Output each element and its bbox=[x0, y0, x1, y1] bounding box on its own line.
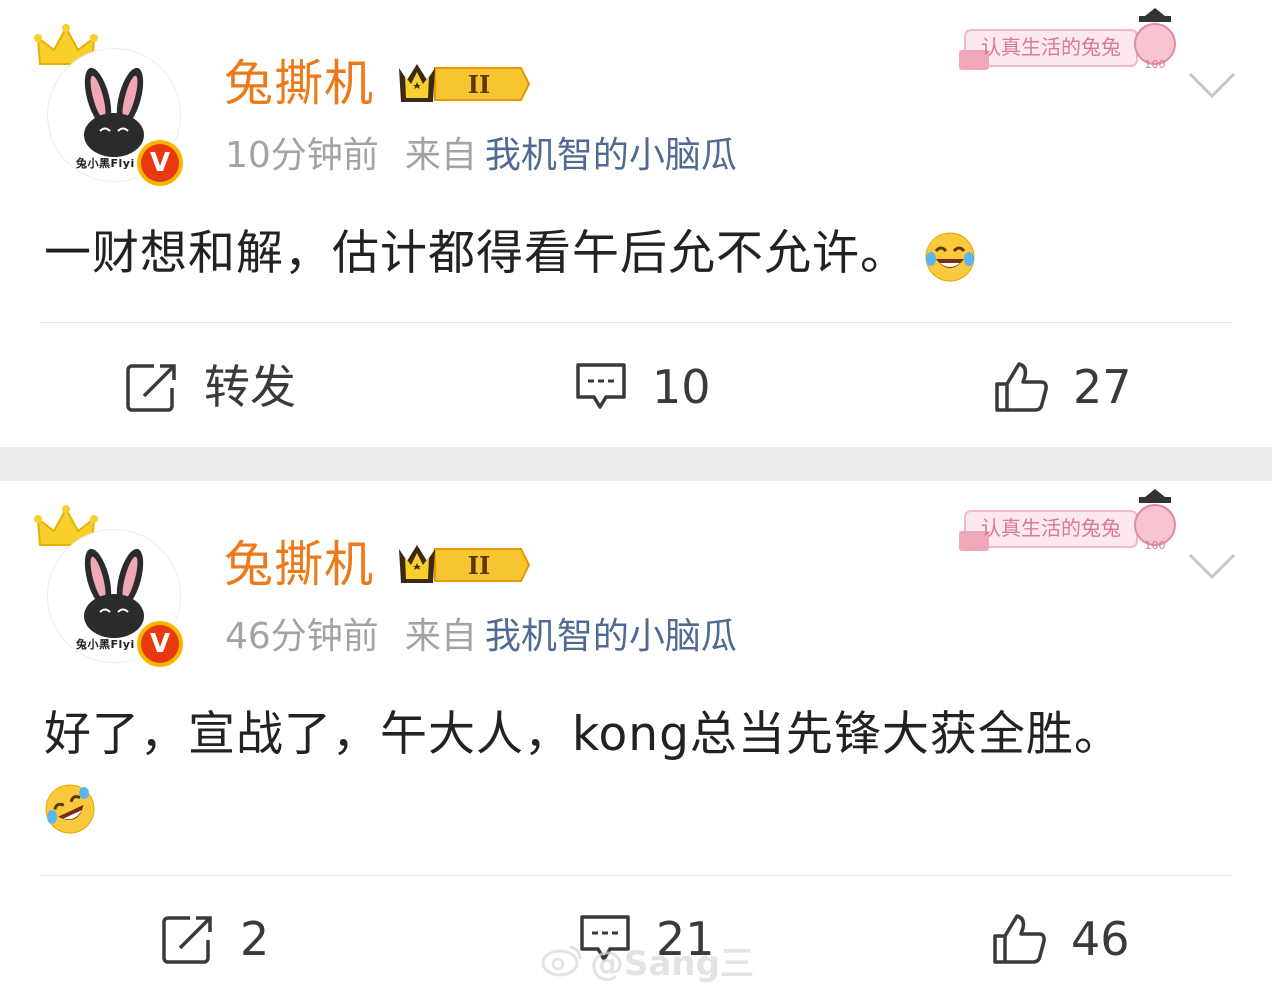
like-count: 27 bbox=[1073, 360, 1132, 414]
laugh-cry-emoji bbox=[925, 232, 975, 281]
post-card-1: 兔小黑Flyi V 兔撕机 II 10分钟前 来自 我机智的小脑瓜 认真生活的兔兔 … bbox=[0, 0, 1272, 447]
thumbs-up-icon bbox=[995, 362, 1048, 412]
decoration-stamp: 认真生活的兔兔 100 bbox=[959, 8, 1176, 71]
from-label: 来自 bbox=[404, 135, 477, 176]
decoration-stamp: 认真生活的兔兔 100 bbox=[959, 489, 1176, 552]
chevron-down-icon[interactable] bbox=[1186, 70, 1238, 100]
repost-icon bbox=[162, 916, 212, 964]
rank-label: II bbox=[468, 551, 490, 580]
repost-count: 2 bbox=[240, 912, 270, 966]
thumbs-up-icon bbox=[993, 914, 1046, 964]
like-button[interactable]: 46 bbox=[991, 909, 1130, 969]
member-rank-badge[interactable]: II bbox=[395, 58, 531, 110]
post-body: 一财想和解，估计都得看午后允不允许。 bbox=[44, 226, 908, 281]
avatar-caption: 兔小黑Flyi bbox=[76, 638, 135, 651]
post-meta: 10分钟前 来自 我机智的小脑瓜 bbox=[225, 133, 737, 179]
repost-button[interactable]: 2 bbox=[162, 909, 269, 969]
chevron-down-icon[interactable] bbox=[1186, 551, 1238, 581]
from-label: 来自 bbox=[404, 616, 477, 657]
weibo-logo-icon bbox=[541, 945, 582, 977]
watermark-text: @Sang三 bbox=[590, 943, 754, 984]
verified-badge: V bbox=[137, 140, 183, 186]
verified-v-icon: V bbox=[141, 625, 179, 663]
post-meta: 46分钟前 来自 我机智的小脑瓜 bbox=[225, 614, 737, 660]
member-rank-badge[interactable]: II bbox=[395, 539, 531, 591]
post-separator bbox=[0, 447, 1272, 481]
verified-badge: V bbox=[137, 621, 183, 667]
like-count: 46 bbox=[1071, 912, 1130, 966]
rolling-laugh-emoji bbox=[45, 784, 95, 834]
post-text: 好了，宣战了，午大人，kong总当先锋大获全胜。 bbox=[44, 703, 1122, 767]
username[interactable]: 兔撕机 bbox=[224, 533, 374, 597]
post-text: 一财想和解，估计都得看午后允不允许。 bbox=[44, 222, 976, 286]
repost-icon bbox=[126, 364, 176, 412]
divider bbox=[40, 875, 1232, 876]
rank-label: II bbox=[468, 70, 490, 99]
watermark: @Sang三 bbox=[540, 936, 754, 984]
like-button[interactable]: 27 bbox=[993, 357, 1132, 417]
divider bbox=[40, 322, 1232, 323]
post-body: 好了，宣战了，午大人，kong总当先锋大获全胜。 bbox=[44, 707, 1122, 762]
stamp-text: 认真生活的兔兔 bbox=[981, 516, 1121, 540]
comment-count: 10 bbox=[652, 360, 711, 414]
repost-label: 转发 bbox=[204, 360, 296, 414]
post-source[interactable]: 我机智的小脑瓜 bbox=[485, 616, 737, 657]
post-card-2: 兔小黑Flyi V 兔撕机 II 46分钟前 来自 我机智的小脑瓜 认真生活的兔兔 … bbox=[0, 481, 1272, 993]
avatar-caption: 兔小黑Flyi bbox=[76, 157, 135, 170]
post-source[interactable]: 我机智的小脑瓜 bbox=[485, 135, 737, 176]
post-time: 46分钟前 bbox=[225, 616, 379, 657]
post-time: 10分钟前 bbox=[225, 135, 379, 176]
repost-button[interactable]: 转发 bbox=[126, 357, 296, 417]
username[interactable]: 兔撕机 bbox=[224, 52, 374, 116]
stamp-score: 100 bbox=[1145, 58, 1166, 71]
stamp-score: 100 bbox=[1145, 539, 1166, 552]
verified-v-icon: V bbox=[141, 144, 179, 182]
comment-button[interactable]: 10 bbox=[574, 357, 711, 417]
comment-icon bbox=[576, 363, 626, 409]
stamp-text: 认真生活的兔兔 bbox=[981, 35, 1121, 59]
